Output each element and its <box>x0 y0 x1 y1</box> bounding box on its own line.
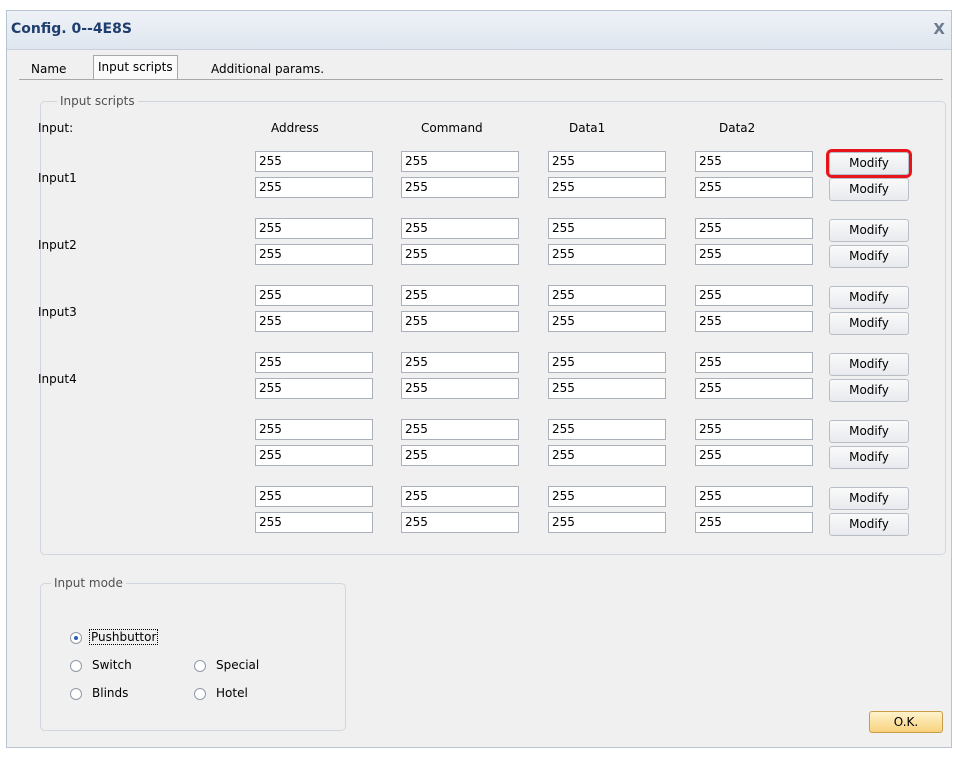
address-field[interactable]: 255 <box>255 419 373 440</box>
command-field[interactable]: 255 <box>401 445 519 466</box>
modify-button[interactable]: Modify <box>829 513 909 536</box>
data2-field[interactable]: 255 <box>695 419 813 440</box>
header-data2: Data2 <box>719 121 756 135</box>
radio-switch[interactable] <box>70 660 82 672</box>
command-field[interactable]: 255 <box>401 151 519 172</box>
input-mode-group: Input mode <box>40 576 346 731</box>
modify-button[interactable]: Modify <box>829 245 909 268</box>
input-row-label: Input2 <box>38 238 77 252</box>
header-input: Input: <box>38 121 74 135</box>
tab-additional-params[interactable]: Additional params. <box>207 59 328 79</box>
data2-field[interactable]: 255 <box>695 378 813 399</box>
address-field[interactable]: 255 <box>255 512 373 533</box>
input-mode-legend: Input mode <box>51 576 126 590</box>
data1-field[interactable]: 255 <box>548 486 666 507</box>
tab-input-scripts[interactable]: Input scripts <box>93 55 178 79</box>
dialog-title: Config. 0--4E8S <box>11 21 132 37</box>
data2-field[interactable]: 255 <box>695 352 813 373</box>
data1-field[interactable]: 255 <box>548 285 666 306</box>
data2-field[interactable]: 255 <box>695 151 813 172</box>
data2-field[interactable]: 255 <box>695 512 813 533</box>
data1-field[interactable]: 255 <box>548 244 666 265</box>
data2-field[interactable]: 255 <box>695 445 813 466</box>
close-icon[interactable]: X <box>933 20 945 38</box>
modify-button[interactable]: Modify <box>829 286 909 309</box>
radio-label-special[interactable]: Special <box>216 658 259 672</box>
header-data1: Data1 <box>569 121 606 135</box>
input-row-label: Input4 <box>38 372 77 386</box>
address-field[interactable]: 255 <box>255 311 373 332</box>
modify-button[interactable]: Modify <box>829 446 909 469</box>
modify-button[interactable]: Modify <box>829 312 909 335</box>
command-field[interactable]: 255 <box>401 177 519 198</box>
tab-name[interactable]: Name <box>27 59 70 79</box>
data1-field[interactable]: 255 <box>548 445 666 466</box>
modify-button[interactable]: Modify <box>829 487 909 510</box>
command-field[interactable]: 255 <box>401 244 519 265</box>
address-field[interactable]: 255 <box>255 151 373 172</box>
data2-field[interactable]: 255 <box>695 218 813 239</box>
modify-button[interactable]: Modify <box>829 152 909 175</box>
data2-field[interactable]: 255 <box>695 311 813 332</box>
command-field[interactable]: 255 <box>401 218 519 239</box>
header-command: Command <box>421 121 483 135</box>
radio-pushbutton[interactable] <box>70 632 82 644</box>
input-row-label: Input3 <box>38 305 77 319</box>
modify-button[interactable]: Modify <box>829 353 909 376</box>
data2-field[interactable]: 255 <box>695 244 813 265</box>
command-field[interactable]: 255 <box>401 486 519 507</box>
address-field[interactable]: 255 <box>255 352 373 373</box>
modify-button[interactable]: Modify <box>829 178 909 201</box>
title-bar: Config. 0--4E8S X <box>7 11 951 50</box>
modify-button[interactable]: Modify <box>829 379 909 402</box>
command-field[interactable]: 255 <box>401 419 519 440</box>
modify-button[interactable]: Modify <box>829 219 909 242</box>
data1-field[interactable]: 255 <box>548 177 666 198</box>
data2-field[interactable]: 255 <box>695 486 813 507</box>
radio-hotel[interactable] <box>194 688 206 700</box>
address-field[interactable]: 255 <box>255 177 373 198</box>
address-field[interactable]: 255 <box>255 445 373 466</box>
address-field[interactable]: 255 <box>255 486 373 507</box>
command-field[interactable]: 255 <box>401 285 519 306</box>
data1-field[interactable]: 255 <box>548 378 666 399</box>
data1-field[interactable]: 255 <box>548 218 666 239</box>
data2-field[interactable]: 255 <box>695 177 813 198</box>
address-field[interactable]: 255 <box>255 244 373 265</box>
command-field[interactable]: 255 <box>401 512 519 533</box>
config-dialog: Config. 0--4E8S X Name Input scripts Add… <box>6 10 952 748</box>
address-field[interactable]: 255 <box>255 378 373 399</box>
command-field[interactable]: 255 <box>401 311 519 332</box>
command-field[interactable]: 255 <box>401 378 519 399</box>
radio-blinds[interactable] <box>70 688 82 700</box>
address-field[interactable]: 255 <box>255 218 373 239</box>
data1-field[interactable]: 255 <box>548 352 666 373</box>
input-scripts-legend: Input scripts <box>57 94 138 108</box>
data1-field[interactable]: 255 <box>548 311 666 332</box>
input-row-label: Input1 <box>38 171 77 185</box>
data1-field[interactable]: 255 <box>548 419 666 440</box>
address-field[interactable]: 255 <box>255 285 373 306</box>
header-address: Address <box>271 121 319 135</box>
data1-field[interactable]: 255 <box>548 512 666 533</box>
radio-label-pushbutton[interactable]: Pushbuttor <box>88 629 159 645</box>
radio-special[interactable] <box>194 660 206 672</box>
data2-field[interactable]: 255 <box>695 285 813 306</box>
radio-label-blinds[interactable]: Blinds <box>92 686 128 700</box>
radio-label-hotel[interactable]: Hotel <box>216 686 248 700</box>
command-field[interactable]: 255 <box>401 352 519 373</box>
data1-field[interactable]: 255 <box>548 151 666 172</box>
ok-button[interactable]: O.K. <box>869 711 943 733</box>
radio-label-switch[interactable]: Switch <box>92 658 132 672</box>
tab-divider <box>19 79 943 80</box>
modify-button[interactable]: Modify <box>829 420 909 443</box>
